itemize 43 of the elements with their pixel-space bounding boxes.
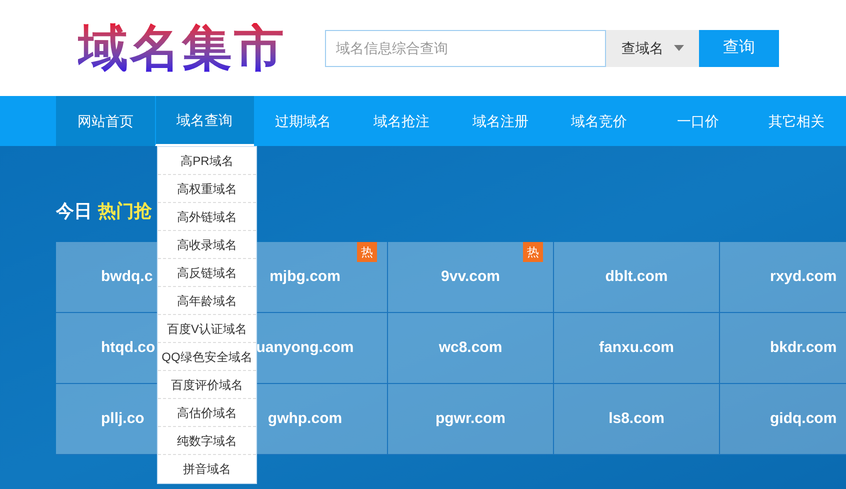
domain-tile[interactable]: rxyd.com: [720, 242, 846, 313]
domain-tile[interactable]: 9vv.com 热: [388, 242, 554, 313]
search-type-select[interactable]: 查域名: [606, 30, 699, 66]
search-field[interactable]: 域名信息综合查询: [325, 30, 606, 66]
domain-tile[interactable]: bkdr.com: [720, 313, 846, 384]
nav-item[interactable]: 域名竞价: [550, 96, 649, 146]
domain-tile[interactable]: uanyong.com: [257, 313, 388, 384]
hot-badge: 热: [523, 242, 543, 262]
dropdown-item[interactable]: 纯数字域名: [158, 427, 256, 455]
domain-tile[interactable]: mjbg.com 热: [257, 242, 388, 313]
search-button[interactable]: 查询: [699, 30, 779, 66]
dropdown-item[interactable]: 百度评价域名: [158, 371, 256, 399]
dropdown-item[interactable]: 高PR域名: [158, 147, 256, 175]
caret-icon: [674, 45, 684, 51]
nav-item[interactable]: 过期域名: [254, 96, 352, 146]
nav-item[interactable]: 其它相关: [747, 96, 846, 146]
nav-item[interactable]: 网站首页: [56, 96, 155, 146]
domain-tile[interactable]: bwdq.c: [56, 242, 157, 313]
nav-item[interactable]: 域名抢注: [352, 96, 452, 146]
dropdown-item[interactable]: 拼音域名: [158, 455, 256, 483]
domain-tile[interactable]: fanxu.com: [554, 313, 720, 384]
domain-tile[interactable]: htqd.co: [56, 313, 157, 384]
nav-item[interactable]: 一口价: [648, 96, 748, 146]
dropdown-item[interactable]: 百度V认证域名: [158, 315, 256, 343]
section-title: 今日: [56, 200, 92, 222]
section-title-highlight: 热门抢: [98, 200, 152, 222]
dropdown-item[interactable]: 高估价域名: [158, 399, 256, 427]
domain-tile[interactable]: pllj.co: [56, 384, 157, 455]
domain-tile[interactable]: wc8.com: [388, 313, 554, 384]
dropdown-item[interactable]: 高权重域名: [158, 175, 256, 203]
domain-tile[interactable]: dblt.com: [554, 242, 720, 313]
dropdown-item[interactable]: 高反链域名: [158, 259, 256, 287]
domain-tile[interactable]: gidq.com: [720, 384, 846, 455]
domain-tile[interactable]: pgwr.com: [388, 384, 554, 455]
dropdown-item[interactable]: 高外链域名: [158, 203, 256, 231]
dropdown-item[interactable]: 高收录域名: [158, 231, 256, 259]
hot-badge: 热: [357, 242, 377, 262]
dropdown-item[interactable]: QQ绿色安全域名: [158, 343, 256, 371]
domain-tile[interactable]: gwhp.com: [257, 384, 388, 455]
domain-tile[interactable]: ls8.com: [554, 384, 720, 455]
nav-item[interactable]: 域名注册: [451, 96, 550, 146]
nav-item[interactable]: 域名查询: [154, 96, 254, 146]
dropdown-item[interactable]: 高年龄域名: [158, 287, 256, 315]
